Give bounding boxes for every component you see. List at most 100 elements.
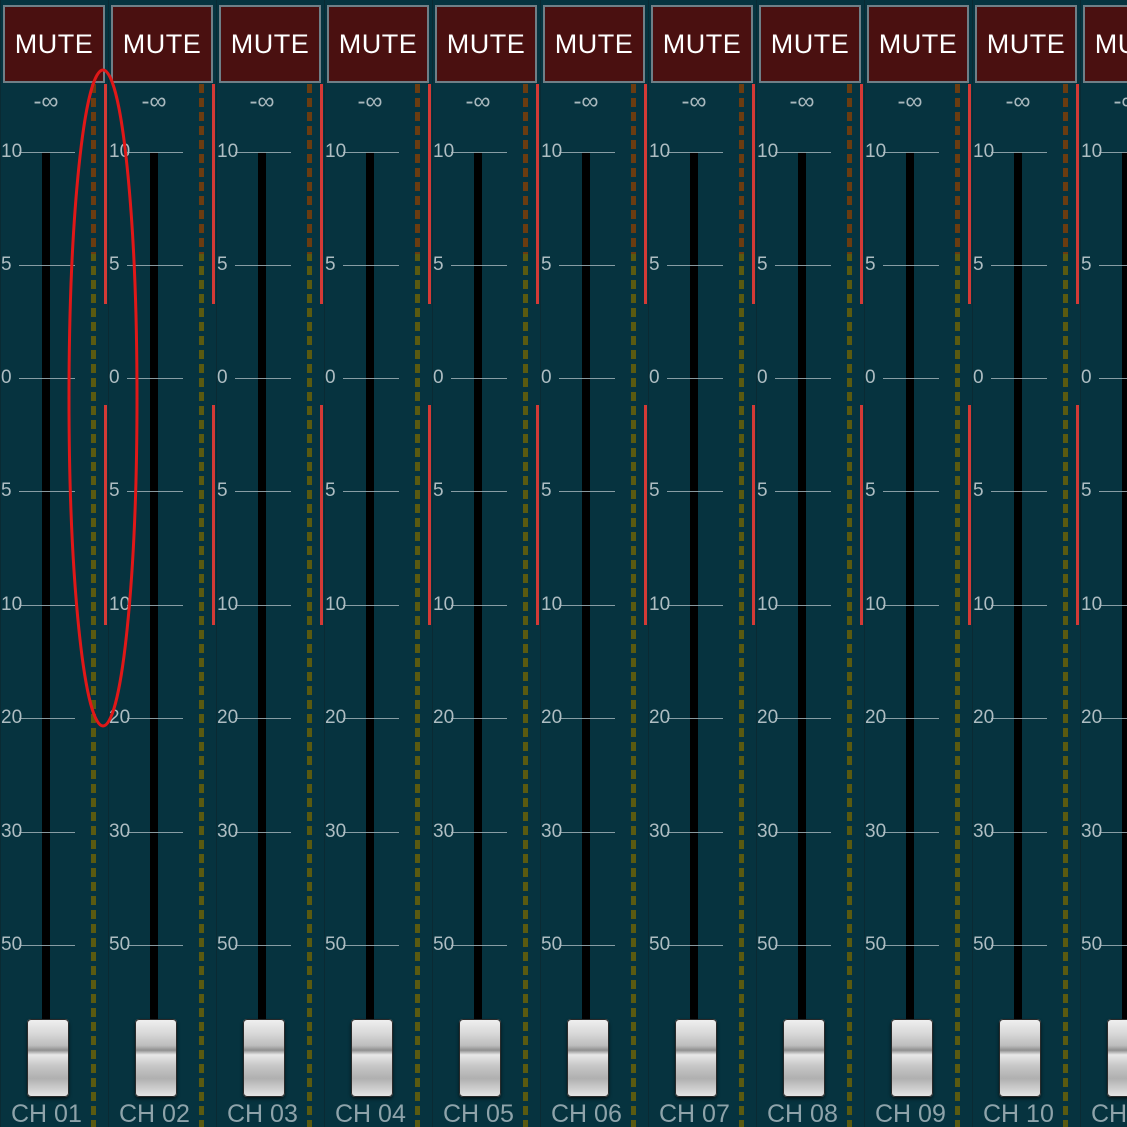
fader-knob[interactable] (675, 1019, 717, 1097)
scale-tick (235, 491, 291, 492)
fader-knob[interactable] (999, 1019, 1041, 1097)
scale-tick (127, 605, 183, 606)
scale-tick (883, 152, 939, 153)
scale-label: 10 (109, 141, 131, 162)
scale-tick (991, 378, 1047, 379)
scale-label: 0 (757, 367, 768, 388)
channel-label: CH 09 (875, 1100, 946, 1127)
scale-tick (343, 832, 399, 833)
scale-tick (19, 378, 75, 379)
scale-tick (559, 152, 615, 153)
fader-track[interactable] (582, 152, 590, 1042)
channel-strip: MUTE -∞ 10 5 0 5 10 20 30 50 CH 10 (972, 0, 1080, 1127)
level-meter-peak-zone (523, 84, 528, 254)
fader-track[interactable] (906, 152, 914, 1042)
scale-label: 10 (1, 141, 23, 162)
mute-button[interactable]: MUTE (3, 5, 105, 83)
scale-tick (775, 945, 831, 946)
scale-tick (1099, 265, 1127, 266)
mute-button[interactable]: MUTE (759, 5, 861, 83)
scale-tick (19, 152, 75, 153)
scale-tick (127, 832, 183, 833)
scale-tick (559, 945, 615, 946)
gain-readout: -∞ (681, 88, 707, 115)
level-meter-peak-zone (847, 84, 852, 254)
scale-tick (775, 265, 831, 266)
mute-button[interactable]: MUTE (543, 5, 645, 83)
fader-knob[interactable] (459, 1019, 501, 1097)
mute-button[interactable]: MUTE (435, 5, 537, 83)
fader-knob[interactable] (351, 1019, 393, 1097)
scale-label: 50 (649, 934, 671, 955)
scale-tick (667, 152, 723, 153)
channel-strip: MUTE -∞ 10 5 0 5 10 20 30 50 CH 02 (108, 0, 216, 1127)
scale-tick (991, 265, 1047, 266)
mute-button[interactable]: MUTE (1083, 5, 1127, 83)
fader-knob[interactable] (27, 1019, 69, 1097)
scale-tick (559, 378, 615, 379)
scale-tick (991, 605, 1047, 606)
scale-label: 5 (1081, 254, 1092, 275)
scale-label: 30 (109, 821, 131, 842)
fader-track[interactable] (366, 152, 374, 1042)
fader-knob[interactable] (1107, 1019, 1127, 1097)
scale-label: 50 (757, 934, 779, 955)
scale-tick (19, 945, 75, 946)
fader-track[interactable] (1014, 152, 1022, 1042)
scale-label: 10 (325, 594, 347, 615)
scale-tick (235, 265, 291, 266)
scale-tick (883, 265, 939, 266)
fader-knob[interactable] (243, 1019, 285, 1097)
scale-tick (343, 378, 399, 379)
scale-tick (343, 152, 399, 153)
scale-label: 5 (541, 480, 552, 501)
scale-tick (883, 832, 939, 833)
fader-knob[interactable] (783, 1019, 825, 1097)
fader-track[interactable] (690, 152, 698, 1042)
channel-label: CH 06 (551, 1100, 622, 1127)
level-meter-peak-zone (955, 84, 960, 254)
mute-button[interactable]: MUTE (975, 5, 1077, 83)
fader-track[interactable] (1122, 152, 1127, 1042)
scale-label: 20 (541, 707, 563, 728)
scale-label: 0 (865, 367, 876, 388)
peak-indicator-upper (968, 84, 971, 304)
scale-label: 50 (541, 934, 563, 955)
gain-readout: -∞ (141, 88, 167, 115)
scale-tick (343, 265, 399, 266)
scale-tick (559, 491, 615, 492)
scale-tick (1099, 605, 1127, 606)
scale-tick (667, 832, 723, 833)
fader-knob[interactable] (567, 1019, 609, 1097)
scale-label: 50 (217, 934, 239, 955)
fader-knob[interactable] (891, 1019, 933, 1097)
mute-button[interactable]: MUTE (327, 5, 429, 83)
scale-label: 10 (649, 141, 671, 162)
fader-track[interactable] (42, 152, 50, 1042)
scale-label: 30 (1081, 821, 1103, 842)
mute-button[interactable]: MUTE (867, 5, 969, 83)
scale-tick (991, 491, 1047, 492)
scale-label: 20 (649, 707, 671, 728)
mute-button[interactable]: MUTE (111, 5, 213, 83)
scale-label: 10 (217, 141, 239, 162)
scale-label: 5 (109, 254, 120, 275)
fader-knob[interactable] (135, 1019, 177, 1097)
level-meter-peak-zone (739, 84, 744, 254)
fader-track[interactable] (150, 152, 158, 1042)
scale-tick (451, 491, 507, 492)
scale-label: 30 (541, 821, 563, 842)
mute-button[interactable]: MUTE (219, 5, 321, 83)
peak-indicator-lower (752, 405, 755, 625)
fader-track[interactable] (798, 152, 806, 1042)
fader-track[interactable] (474, 152, 482, 1042)
channel-strip: MUTE -∞ 10 5 0 5 10 20 30 50 CH 09 (864, 0, 972, 1127)
scale-tick (883, 945, 939, 946)
peak-indicator-upper (644, 84, 647, 304)
scale-label: 30 (865, 821, 887, 842)
scale-tick (451, 832, 507, 833)
fader-track[interactable] (258, 152, 266, 1042)
mute-button[interactable]: MUTE (651, 5, 753, 83)
scale-tick (1099, 832, 1127, 833)
scale-tick (667, 945, 723, 946)
